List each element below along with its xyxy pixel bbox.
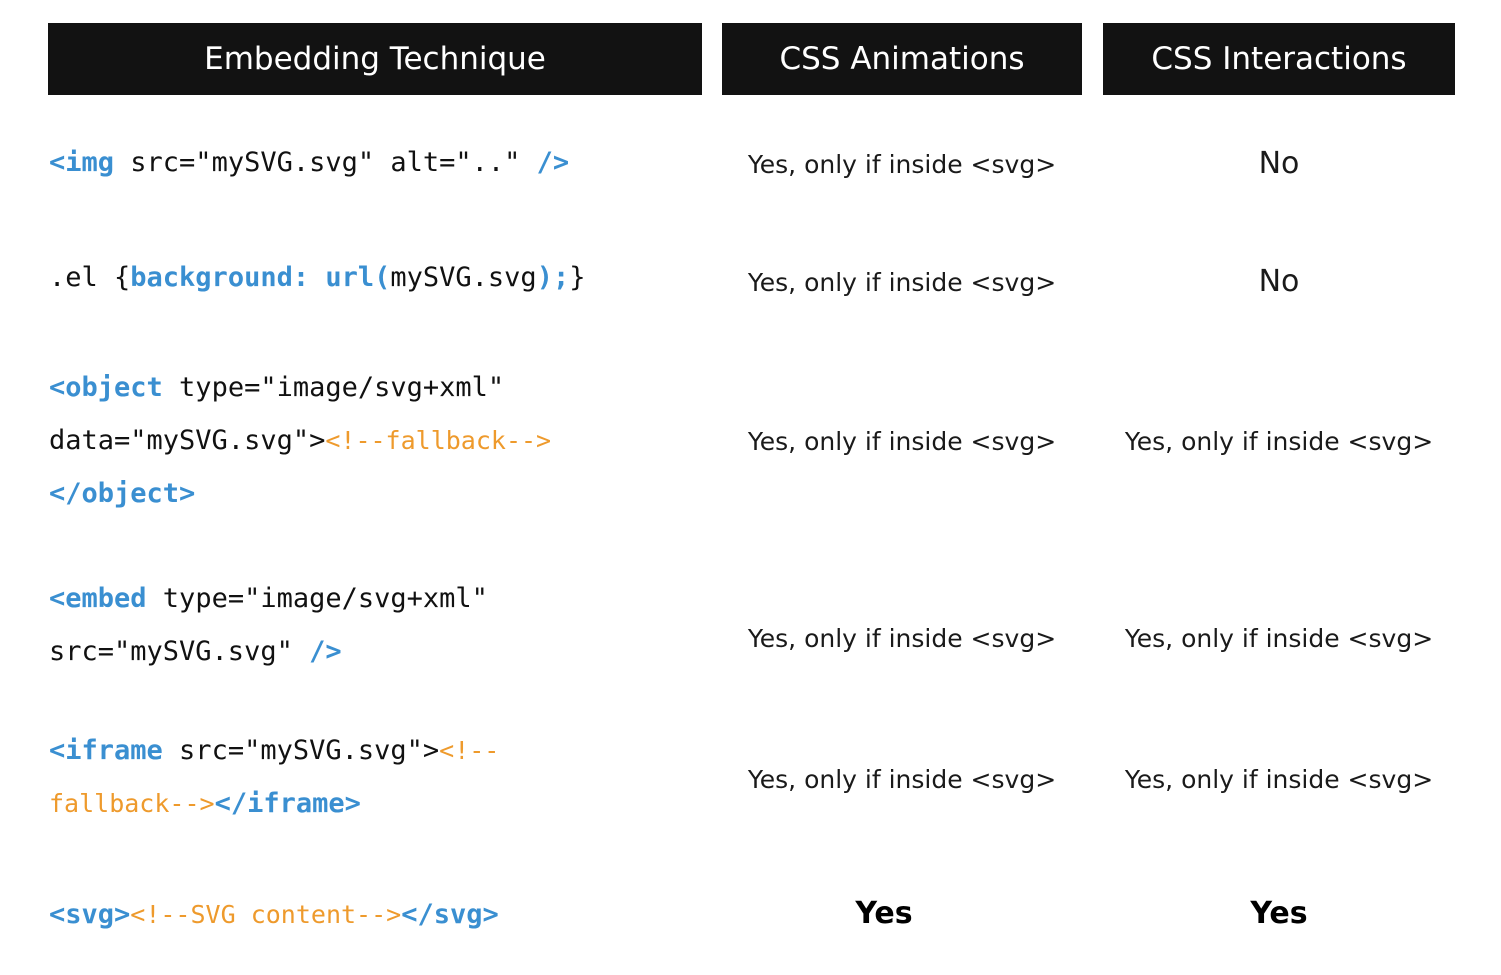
code-keyword: <svg> [49, 899, 131, 930]
code-img-tag: <img src="mySVG.svg" alt=".." /> [49, 136, 569, 189]
code-iframe-tag: <iframe src="mySVG.svg"><!-- fallback-->… [49, 724, 499, 830]
row-svg-interactions: Yes [1250, 896, 1308, 931]
code-inline-svg: <svg><!--SVG content--></svg> [49, 888, 499, 941]
row-img-interactions: No [1258, 146, 1300, 181]
row-img-animations: Yes, only if inside <svg> [747, 150, 1057, 179]
code-comment: <!--SVG content--> [130, 900, 402, 929]
code-keyword: <object [49, 372, 163, 403]
header-label: CSS Animations [779, 41, 1025, 77]
code-text: } [569, 262, 586, 293]
header-label: Embedding Technique [204, 41, 546, 77]
row-background-interactions: No [1258, 264, 1300, 299]
code-keyword: /> [309, 636, 342, 667]
row-iframe-interactions: Yes, only if inside <svg> [1124, 765, 1434, 794]
code-keyword: </svg> [401, 899, 499, 930]
row-iframe-animations: Yes, only if inside <svg> [747, 765, 1057, 794]
code-text: .el { [49, 262, 131, 293]
code-css-background: .el {background: url(mySVG.svg);} [49, 251, 585, 304]
code-keyword: <embed [49, 583, 147, 614]
code-text: type="image/svg+xml" [162, 372, 505, 403]
code-keyword: background: [130, 262, 310, 293]
code-text: mySVG.svg [390, 262, 537, 293]
row-embed-interactions: Yes, only if inside <svg> [1124, 624, 1434, 653]
header-css-interactions: CSS Interactions [1103, 23, 1455, 95]
code-keyword: </iframe> [214, 788, 361, 819]
code-text: src="mySVG.svg" alt=".." [114, 147, 537, 178]
row-embed-animations: Yes, only if inside <svg> [747, 624, 1057, 653]
code-keyword: url( [325, 262, 391, 293]
code-keyword: /> [536, 147, 570, 178]
code-comment: fallback--> [49, 789, 215, 818]
row-object-interactions: Yes, only if inside <svg> [1124, 427, 1434, 456]
code-text: src="mySVG.svg"> [162, 735, 440, 766]
code-text: src="mySVG.svg" [49, 636, 310, 667]
code-embed-tag: <embed type="image/svg+xml" src="mySVG.s… [49, 572, 488, 678]
code-keyword: ); [536, 262, 570, 293]
code-text: type="image/svg+xml" [146, 583, 488, 614]
code-keyword: <img [49, 147, 115, 178]
row-background-animations: Yes, only if inside <svg> [747, 268, 1057, 297]
code-text: data="mySVG.svg"> [49, 425, 326, 456]
row-object-animations: Yes, only if inside <svg> [747, 427, 1057, 456]
header-css-animations: CSS Animations [722, 23, 1082, 95]
row-svg-animations: Yes [855, 896, 913, 931]
code-keyword: <iframe [49, 735, 163, 766]
code-comment: <!--fallback--> [325, 426, 552, 455]
header-label: CSS Interactions [1151, 41, 1407, 77]
code-keyword: </object> [49, 478, 196, 509]
code-comment: <!-- [439, 736, 500, 765]
header-embedding-technique: Embedding Technique [48, 23, 702, 95]
code-object-tag: <object type="image/svg+xml" data="mySVG… [49, 361, 551, 520]
